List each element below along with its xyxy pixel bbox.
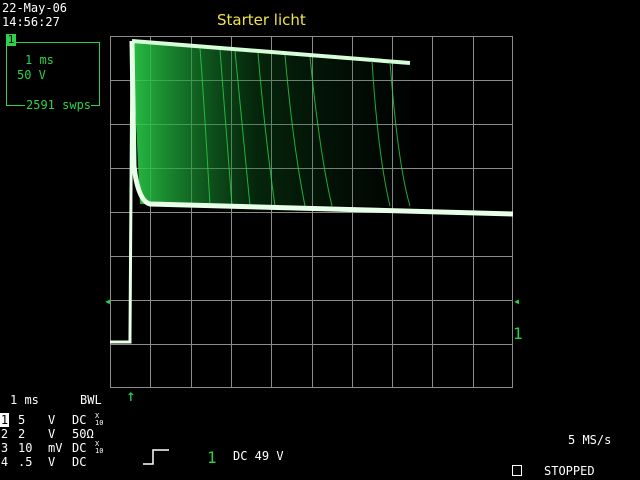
- trigger-setting: DC 49 V: [233, 449, 284, 463]
- channel-coupling: 50Ω: [72, 427, 94, 441]
- left-level-marker[interactable]: ◂: [104, 294, 111, 308]
- channel-unit: mV: [48, 441, 63, 455]
- trigger-edge-icon: [143, 449, 169, 465]
- scope-screen: [110, 36, 513, 388]
- trigger-position-arrow[interactable]: ↑: [126, 387, 136, 405]
- channel-row[interactable]: 2 2 V 50Ω: [0, 427, 94, 441]
- sample-rate: 5 MS/s: [568, 433, 612, 447]
- acquisition-status: STOPPED: [544, 464, 595, 478]
- channel-probe: X 10: [95, 440, 104, 455]
- trigger-channel: 1: [207, 448, 217, 467]
- bottom-timebase: 1 ms: [10, 393, 39, 407]
- channel-coupling: DC: [72, 455, 87, 469]
- right-level-marker[interactable]: ◂: [513, 294, 520, 308]
- persistence-area: [132, 42, 410, 206]
- channel-number: 3: [0, 441, 9, 455]
- acquisition-box[interactable]: 1 ms 50 V 2591 swps: [6, 42, 100, 112]
- channel-probe: X 10: [95, 412, 104, 427]
- box-volts-div: 50 V: [17, 68, 46, 82]
- channel-unit: V: [48, 413, 56, 427]
- channel-unit: V: [48, 455, 56, 469]
- time-readout: 14:56:27: [2, 15, 60, 29]
- channel-number: 4: [0, 455, 9, 469]
- channel-unit: V: [48, 427, 56, 441]
- channel-volts: 5: [18, 413, 26, 427]
- channel-row[interactable]: 4 .5 V DC: [0, 455, 87, 469]
- box-time-div: 1 ms: [25, 53, 54, 67]
- channel-volts: 2: [18, 427, 26, 441]
- channel-coupling: DC: [72, 413, 87, 427]
- channel-row[interactable]: 3 10 mV DC X 10: [0, 441, 104, 456]
- channel-tag: 1: [6, 33, 16, 46]
- box-sweeps: 2591 swps: [25, 98, 92, 112]
- channel-number: 1: [0, 413, 9, 427]
- trace-channel-label: 1: [513, 324, 523, 343]
- trace-baseline: [110, 40, 134, 344]
- channel-coupling: DC: [72, 441, 87, 455]
- bwl-label: BWL: [80, 393, 102, 407]
- channel-volts: 10: [18, 441, 33, 455]
- channel-row[interactable]: 1 5 V DC X 10: [0, 413, 103, 427]
- date-readout: 22-May-06: [2, 1, 68, 15]
- stop-indicator-icon: [512, 465, 522, 476]
- trace-title: Starter licht: [217, 11, 306, 29]
- channel-volts: .5: [18, 455, 33, 469]
- channel-number: 2: [0, 427, 9, 441]
